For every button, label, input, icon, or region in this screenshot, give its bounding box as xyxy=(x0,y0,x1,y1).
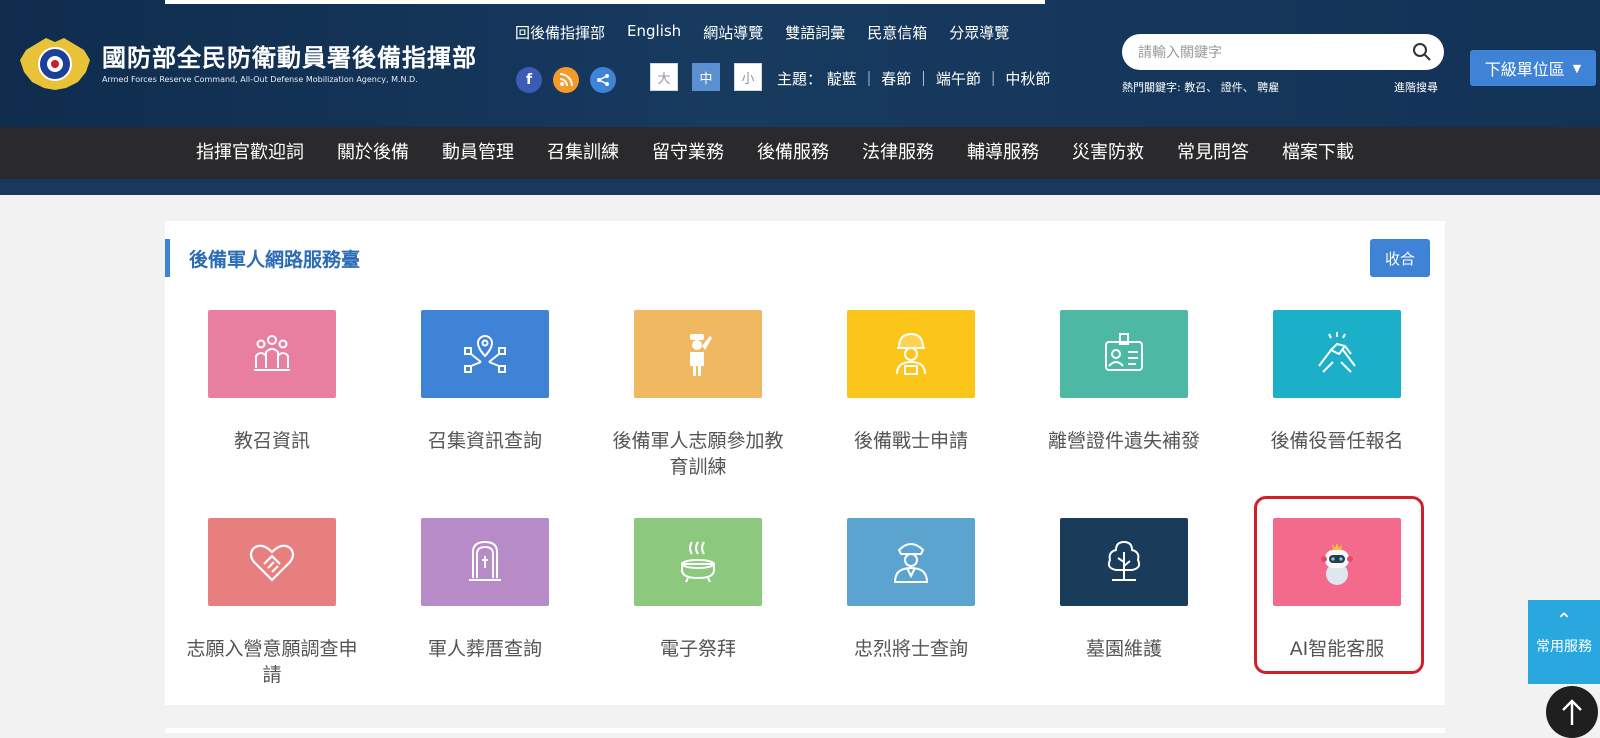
search-input[interactable] xyxy=(1136,40,1400,66)
service-panel: 後備軍人網路服務臺 收合 教召資訊 召集資訊查詢 後備軍人志願參加教育訓練 後備… xyxy=(165,221,1445,705)
tile-training-info[interactable]: 教召資訊 xyxy=(172,310,372,454)
tombstone-icon xyxy=(469,540,501,581)
incense-burner-icon xyxy=(681,541,715,583)
chevron-up-icon: ⌃ xyxy=(1555,608,1573,632)
facebook-icon[interactable]: f xyxy=(516,67,542,93)
link-back-to-command[interactable]: 回後備指揮部 xyxy=(515,22,605,43)
link-audience-guide[interactable]: 分眾導覽 xyxy=(949,22,1009,43)
nav-item-faq[interactable]: 常見問答 xyxy=(1177,127,1249,179)
subunit-dropdown-button[interactable]: 下級單位區 ▼ xyxy=(1470,50,1596,86)
tile-reserve-warrior-apply[interactable]: 後備戰士申請 xyxy=(811,310,1011,454)
social-icons: f xyxy=(516,67,616,93)
nav-item-stay-behind[interactable]: 留守業務 xyxy=(652,127,724,179)
panel-bottom-edge xyxy=(165,728,1445,733)
arrow-up-icon xyxy=(1562,699,1582,725)
utility-links: 回後備指揮部 English 網站導覽 雙語詞彙 民意信箱 分眾導覽 xyxy=(515,22,1009,43)
nav-item-downloads[interactable]: 檔案下載 xyxy=(1282,127,1354,179)
tile-label: 軍人葬厝查詢 xyxy=(427,638,542,660)
tile-label: 墓園維護 xyxy=(1085,638,1162,660)
nav-bottom-strip xyxy=(0,179,1600,195)
location-network-icon xyxy=(464,334,506,373)
tile-label: 教召資訊 xyxy=(233,430,310,452)
subunit-button-label: 下級單位區 xyxy=(1484,60,1565,79)
search-icon[interactable] xyxy=(1412,42,1432,62)
caret-down-icon: ▼ xyxy=(1572,61,1582,75)
soldier-helmet-icon xyxy=(896,332,926,375)
tree-icon xyxy=(1107,540,1141,581)
collapse-button[interactable]: 收合 xyxy=(1370,239,1430,277)
tile-label: 後備戰士申請 xyxy=(853,430,968,452)
rss-icon[interactable] xyxy=(553,67,579,93)
theme-selector[interactable]: 主題： 靛藍 ｜ 春節 ｜ 端午節 ｜ 中秋節 xyxy=(777,68,1050,89)
nav-item-disaster-relief[interactable]: 災害防救 xyxy=(1072,127,1144,179)
tile-label: 電子祭拜 xyxy=(659,638,736,660)
highlight-annotation xyxy=(1254,496,1424,674)
tile-label: 忠烈將士查詢 xyxy=(853,638,968,660)
link-sitemap[interactable]: 網站導覽 xyxy=(703,22,763,43)
share-icon[interactable] xyxy=(590,67,616,93)
search-box xyxy=(1122,34,1444,70)
font-size-small-button[interactable]: 小 xyxy=(734,63,762,91)
tile-e-worship[interactable]: 電子祭拜 xyxy=(598,518,798,662)
panel-title: 後備軍人網路服務臺 xyxy=(189,249,361,271)
font-size-large-button[interactable]: 大 xyxy=(650,63,678,91)
site-title[interactable]: 國防部全民防衛動員署後備指揮部 xyxy=(102,38,477,73)
heart-handshake-icon xyxy=(249,544,295,582)
tile-label: 召集資訊查詢 xyxy=(427,430,542,452)
officer-icon xyxy=(893,543,929,583)
id-card-icon xyxy=(1105,333,1143,371)
header-top-strip xyxy=(165,0,1045,4)
link-mailbox[interactable]: 民意信箱 xyxy=(867,22,927,43)
nav-item-legal-service[interactable]: 法律服務 xyxy=(862,127,934,179)
hot-keywords[interactable]: 熱門關鍵字: 教召、 證件、 聘雇 xyxy=(1122,79,1279,95)
tile-certificate-reissue[interactable]: 離營證件遺失補發 xyxy=(1024,310,1224,454)
group-people-icon xyxy=(254,335,290,371)
nav-item-mobilization[interactable]: 動員管理 xyxy=(442,127,514,179)
nav-item-commander-welcome[interactable]: 指揮官歡迎詞 xyxy=(196,127,304,179)
panel-accent-bar xyxy=(165,239,170,277)
tile-call-info-query[interactable]: 召集資訊查詢 xyxy=(385,310,585,454)
link-english[interactable]: English xyxy=(627,22,681,43)
handshake-icon xyxy=(1318,332,1356,373)
tile-label: 志願入營意願調查申請 xyxy=(186,638,358,686)
tile-promotion-registration[interactable]: 後備役晉任報名 xyxy=(1237,310,1437,454)
side-common-services-button[interactable]: ⌃ 常用服務 xyxy=(1528,600,1600,684)
tile-volunteer-survey[interactable]: 志願入營意願調查申請 xyxy=(172,518,372,688)
main-navigation: 指揮官歡迎詞 關於後備 動員管理 召集訓練 留守業務 後備服務 法律服務 輔導服… xyxy=(0,127,1600,179)
ministry-emblem-icon[interactable] xyxy=(16,36,94,92)
font-size-medium-button[interactable]: 中 xyxy=(692,63,720,91)
tile-burial-query[interactable]: 軍人葬厝查詢 xyxy=(385,518,585,662)
site-subtitle-en: Armed Forces Reserve Command, All-Out De… xyxy=(102,75,418,84)
nav-item-reserve-service[interactable]: 後備服務 xyxy=(757,127,829,179)
nav-item-counseling[interactable]: 輔導服務 xyxy=(967,127,1039,179)
nav-item-about[interactable]: 關於後備 xyxy=(337,127,409,179)
font-size-buttons: 大 中 小 xyxy=(650,63,762,91)
tile-label: 後備軍人志願參加教育訓練 xyxy=(612,430,784,478)
nav-item-call-training[interactable]: 召集訓練 xyxy=(547,127,619,179)
advanced-search-link[interactable]: 進階搜尋 xyxy=(1394,79,1438,95)
tile-label: 離營證件遺失補發 xyxy=(1047,430,1200,452)
salute-soldier-icon xyxy=(690,334,712,376)
tile-label: 後備役晉任報名 xyxy=(1270,430,1404,452)
tile-cemetery-maintenance[interactable]: 墓園維護 xyxy=(1024,518,1224,662)
tile-volunteer-training[interactable]: 後備軍人志願參加教育訓練 xyxy=(598,310,798,480)
link-bilingual-glossary[interactable]: 雙語詞彙 xyxy=(785,22,845,43)
tile-martyr-query[interactable]: 忠烈將士查詢 xyxy=(811,518,1011,662)
side-service-label: 常用服務 xyxy=(1536,639,1592,655)
site-header: 國防部全民防衛動員署後備指揮部 Armed Forces Reserve Com… xyxy=(0,0,1600,127)
back-to-top-button[interactable] xyxy=(1546,686,1598,738)
